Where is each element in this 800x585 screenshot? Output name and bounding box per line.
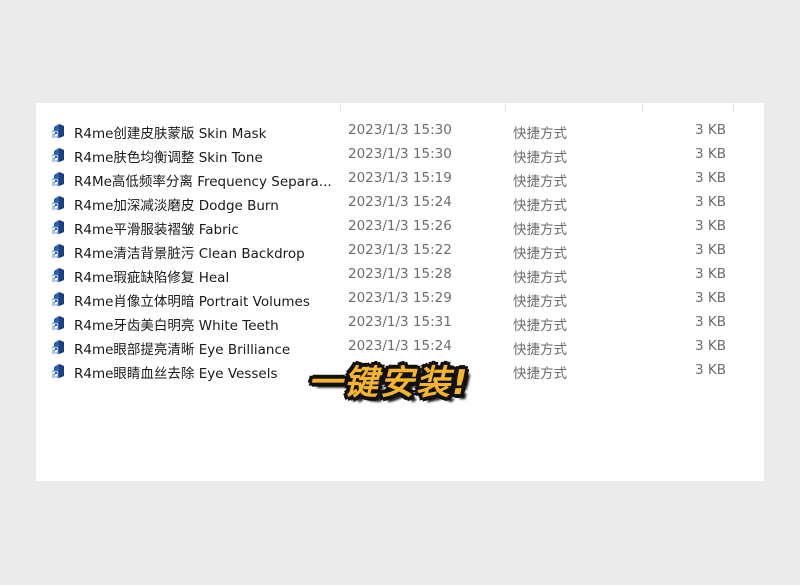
column-header xyxy=(36,103,764,113)
file-date: 2023/1/3 15:19 xyxy=(348,170,452,186)
file-size: 3 KB xyxy=(695,146,726,162)
file-size: 3 KB xyxy=(695,338,726,354)
file-row[interactable]: R4me创建皮肤蒙版 Skin Mask 2023/1/3 15:30 快捷方式… xyxy=(36,118,764,142)
file-type: 快捷方式 xyxy=(513,318,567,334)
shortcut-icon xyxy=(52,172,64,186)
file-name: R4me加深减淡磨皮 Dodge Burn xyxy=(74,198,279,214)
shortcut-icon xyxy=(52,220,64,234)
file-type: 快捷方式 xyxy=(513,294,567,310)
shortcut-icon xyxy=(52,124,64,138)
file-row[interactable]: R4me加深减淡磨皮 Dodge Burn 2023/1/3 15:24 快捷方… xyxy=(36,190,764,214)
file-size: 3 KB xyxy=(695,314,726,330)
file-name: R4me瑕疵缺陷修复 Heal xyxy=(74,270,230,286)
file-date: 2023/1/3 15:31 xyxy=(348,314,452,330)
shortcut-icon xyxy=(52,148,64,162)
file-row[interactable]: R4me肖像立体明暗 Portrait Volumes 2023/1/3 15:… xyxy=(36,286,764,310)
file-name: R4me眼睛血丝去除 Eye Vessels xyxy=(74,366,278,382)
file-name: R4me肤色均衡调整 Skin Tone xyxy=(74,150,263,166)
file-size: 3 KB xyxy=(695,170,726,186)
column-divider[interactable] xyxy=(733,103,734,113)
file-size: 3 KB xyxy=(695,218,726,234)
shortcut-icon xyxy=(52,316,64,330)
install-overlay-text: 一键安装! xyxy=(308,363,470,403)
file-row[interactable]: R4me牙齿美白明亮 White Teeth 2023/1/3 15:31 快捷… xyxy=(36,310,764,334)
file-name: R4me清洁背景脏污 Clean Backdrop xyxy=(74,246,305,262)
file-size: 3 KB xyxy=(695,362,726,378)
file-type: 快捷方式 xyxy=(513,150,567,166)
shortcut-icon xyxy=(52,364,64,378)
file-type: 快捷方式 xyxy=(513,366,567,382)
file-type: 快捷方式 xyxy=(513,198,567,214)
file-row[interactable]: R4Me高低频率分离 Frequency Separa... 2023/1/3 … xyxy=(36,166,764,190)
file-name: R4me牙齿美白明亮 White Teeth xyxy=(74,318,279,334)
file-row[interactable]: R4me平滑服装褶皱 Fabric 2023/1/3 15:26 快捷方式 3 … xyxy=(36,214,764,238)
file-list-panel: R4me创建皮肤蒙版 Skin Mask 2023/1/3 15:30 快捷方式… xyxy=(36,103,764,481)
file-date: 2023/1/3 15:24 xyxy=(348,194,452,210)
column-divider[interactable] xyxy=(340,103,341,113)
file-size: 3 KB xyxy=(695,290,726,306)
shortcut-icon xyxy=(52,244,64,258)
file-date: 2023/1/3 15:24 xyxy=(348,338,452,354)
file-size: 3 KB xyxy=(695,122,726,138)
file-name: R4Me高低频率分离 Frequency Separa... xyxy=(74,174,332,190)
shortcut-icon xyxy=(52,196,64,210)
file-date: 2023/1/3 15:26 xyxy=(348,218,452,234)
file-date: 2023/1/3 15:29 xyxy=(348,290,452,306)
file-date: 2023/1/3 15:22 xyxy=(348,242,452,258)
column-divider[interactable] xyxy=(642,103,643,113)
file-name: R4me平滑服装褶皱 Fabric xyxy=(74,222,239,238)
file-size: 3 KB xyxy=(695,242,726,258)
file-name: R4me创建皮肤蒙版 Skin Mask xyxy=(74,126,267,142)
file-date: 2023/1/3 15:30 xyxy=(348,122,452,138)
file-type: 快捷方式 xyxy=(513,342,567,358)
file-size: 3 KB xyxy=(695,194,726,210)
file-type: 快捷方式 xyxy=(513,126,567,142)
file-row[interactable]: R4me肤色均衡调整 Skin Tone 2023/1/3 15:30 快捷方式… xyxy=(36,142,764,166)
file-type: 快捷方式 xyxy=(513,270,567,286)
file-name: R4me眼部提亮清晰 Eye Brilliance xyxy=(74,342,291,358)
file-type: 快捷方式 xyxy=(513,174,567,190)
file-type: 快捷方式 xyxy=(513,222,567,238)
file-name: R4me肖像立体明暗 Portrait Volumes xyxy=(74,294,310,310)
file-date: 2023/1/3 15:28 xyxy=(348,266,452,282)
shortcut-icon xyxy=(52,292,64,306)
file-size: 3 KB xyxy=(695,266,726,282)
shortcut-icon xyxy=(52,340,64,354)
shortcut-icon xyxy=(52,268,64,282)
file-row[interactable]: R4me瑕疵缺陷修复 Heal 2023/1/3 15:28 快捷方式 3 KB xyxy=(36,262,764,286)
file-row[interactable]: R4me清洁背景脏污 Clean Backdrop 2023/1/3 15:22… xyxy=(36,238,764,262)
file-type: 快捷方式 xyxy=(513,246,567,262)
file-date: 2023/1/3 15:30 xyxy=(348,146,452,162)
column-divider[interactable] xyxy=(505,103,506,113)
